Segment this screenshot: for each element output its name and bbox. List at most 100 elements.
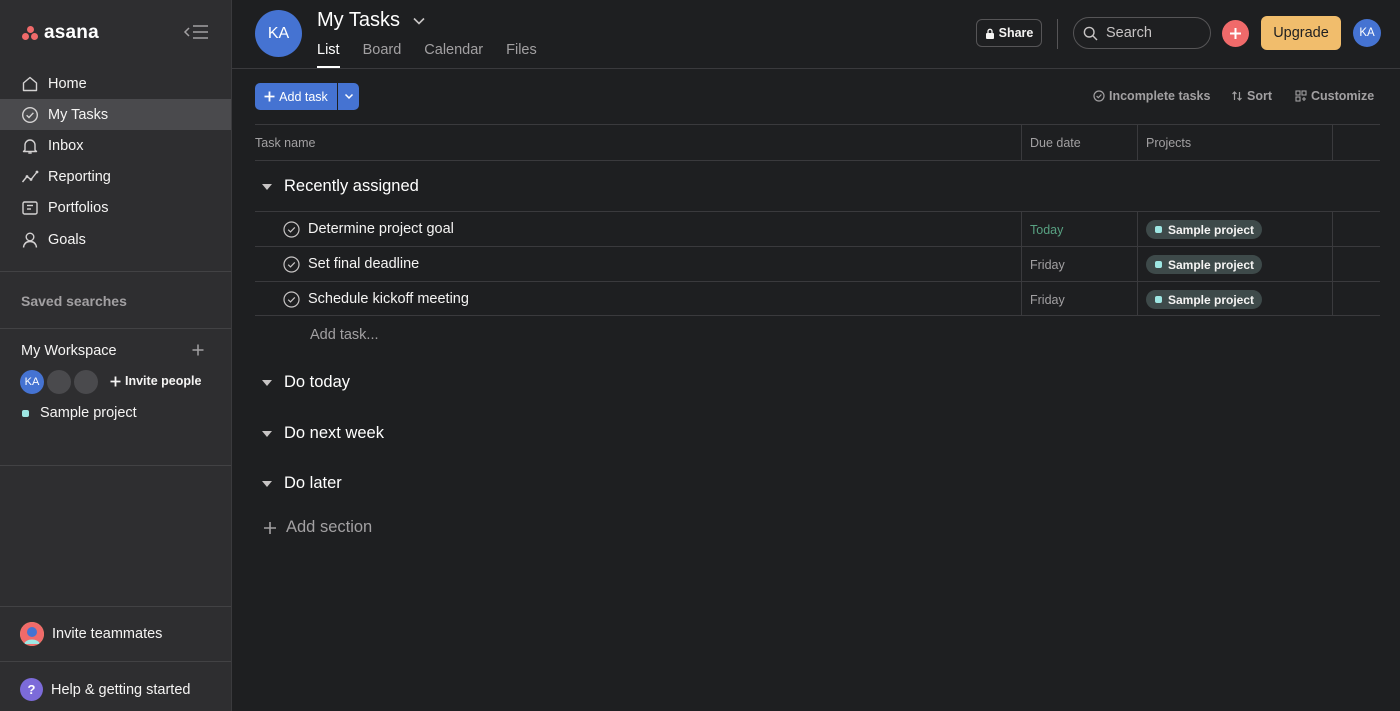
add-task-label: Add task: [279, 89, 328, 104]
caret-down-icon[interactable]: [262, 183, 272, 190]
sidebar-item-home[interactable]: Home: [0, 68, 231, 99]
column-divider: [1021, 212, 1022, 246]
table-row[interactable]: Schedule kickoff meeting Friday Sample p…: [255, 281, 1380, 316]
project-color-icon: [1155, 261, 1162, 268]
plus-icon: [264, 521, 276, 534]
add-task-button[interactable]: Add task: [255, 83, 337, 110]
tab-list[interactable]: List: [317, 42, 340, 68]
section-do-next-week[interactable]: Do next week: [262, 424, 384, 443]
line-chart-icon: [21, 170, 39, 183]
section-title: Do today: [284, 373, 351, 391]
project-color-icon: [1155, 296, 1162, 303]
task-name[interactable]: Determine project goal: [308, 221, 454, 237]
section-do-later[interactable]: Do later: [262, 474, 342, 493]
saved-searches-heading[interactable]: Saved searches: [21, 293, 127, 309]
tab-files[interactable]: Files: [506, 42, 537, 68]
check-circle-icon: [1093, 90, 1105, 102]
invite-people-label: Invite people: [125, 374, 202, 388]
check-circle-icon[interactable]: [283, 221, 300, 238]
project-color-icon: [22, 409, 29, 417]
tab-board[interactable]: Board: [363, 42, 402, 68]
invite-people-button[interactable]: Invite people: [110, 374, 201, 388]
check-circle-icon[interactable]: [283, 256, 300, 273]
sidebar-item-label: Sample project: [40, 405, 137, 421]
sidebar-item-label: Reporting: [48, 169, 111, 186]
column-divider: [1021, 282, 1022, 316]
task-name[interactable]: Set final deadline: [308, 256, 419, 272]
sidebar-item-inbox[interactable]: Inbox: [0, 130, 231, 161]
task-due-date[interactable]: Today: [1030, 223, 1063, 237]
column-divider: [1332, 125, 1333, 161]
column-header-projects[interactable]: Projects: [1146, 136, 1191, 150]
section-do-today[interactable]: Do today: [262, 373, 350, 392]
add-section-label: Add section: [286, 518, 373, 536]
share-label: Share: [998, 26, 1034, 40]
caret-down-icon[interactable]: [262, 379, 272, 386]
column-header-due-date[interactable]: Due date: [1030, 136, 1081, 150]
share-button[interactable]: Share: [976, 19, 1042, 47]
column-divider: [1137, 247, 1138, 281]
add-section-button[interactable]: Add section: [263, 518, 372, 537]
workspace-title[interactable]: My Workspace: [21, 343, 117, 359]
project-pill[interactable]: Sample project: [1146, 220, 1263, 239]
avatar[interactable]: KA: [20, 370, 44, 394]
help-icon: ?: [20, 678, 43, 701]
sort-icon: [1232, 91, 1242, 101]
folder-icon: [22, 201, 38, 216]
person-icon: [22, 232, 38, 248]
chevron-down-icon[interactable]: [412, 16, 426, 26]
view-tabs: List Board Calendar Files: [317, 42, 537, 68]
invite-teammates-button[interactable]: Invite teammates: [20, 622, 162, 646]
sidebar-item-sample-project[interactable]: Sample project: [22, 405, 137, 421]
page-title[interactable]: My Tasks: [317, 9, 426, 32]
header-divider: [1057, 19, 1058, 49]
table-row[interactable]: Set final deadline Friday Sample project: [255, 246, 1380, 281]
invite-teammates-icon: [20, 622, 44, 646]
project-pill[interactable]: Sample project: [1146, 255, 1263, 274]
project-pill-label: Sample project: [1168, 222, 1255, 237]
asana-logo-icon: [22, 26, 38, 40]
avatar-placeholder: [47, 370, 71, 394]
task-due-date[interactable]: Friday: [1030, 258, 1065, 272]
caret-down-icon[interactable]: [262, 430, 272, 437]
check-circle-icon[interactable]: [283, 291, 300, 308]
add-workspace-item-icon[interactable]: [191, 343, 205, 357]
create-button[interactable]: [1222, 20, 1249, 47]
project-pill[interactable]: Sample project: [1146, 290, 1263, 309]
asana-logo[interactable]: asana: [22, 22, 99, 44]
plus-icon: [110, 376, 121, 386]
section-title: Do later: [284, 474, 342, 492]
avatar[interactable]: KA: [255, 10, 302, 57]
task-name[interactable]: Schedule kickoff meeting: [308, 291, 469, 307]
column-divider: [1332, 282, 1333, 316]
sidebar-divider: [0, 271, 231, 272]
add-task-inline[interactable]: Add task...: [310, 327, 379, 343]
task-due-date[interactable]: Friday: [1030, 293, 1065, 307]
column-divider: [1332, 212, 1333, 246]
customize-icon: [1295, 90, 1307, 102]
incomplete-tasks-filter[interactable]: Incomplete tasks: [1093, 89, 1210, 103]
section-recently-assigned[interactable]: Recently assigned: [262, 177, 419, 196]
column-header-task-name[interactable]: Task name: [255, 136, 315, 150]
customize-button[interactable]: Customize: [1295, 89, 1374, 103]
help-label: Help & getting started: [51, 681, 191, 698]
upgrade-button[interactable]: Upgrade: [1261, 16, 1341, 50]
project-pill-label: Sample project: [1168, 257, 1255, 272]
sidebar-item-label: Goals: [48, 231, 86, 248]
sort-button[interactable]: Sort: [1231, 89, 1272, 103]
sidebar-item-reporting[interactable]: Reporting: [0, 162, 231, 193]
column-divider: [1332, 247, 1333, 281]
tab-calendar[interactable]: Calendar: [424, 42, 483, 68]
home-icon: [22, 76, 38, 91]
sidebar-item-my-tasks[interactable]: My Tasks: [0, 99, 231, 131]
avatar-placeholder: [74, 370, 98, 394]
sidebar-item-goals[interactable]: Goals: [0, 224, 231, 255]
collapse-sidebar-icon[interactable]: [183, 22, 209, 42]
search-input[interactable]: Search: [1073, 17, 1211, 49]
help-button[interactable]: ? Help & getting started: [20, 678, 190, 701]
sidebar-item-portfolios[interactable]: Portfolios: [0, 193, 231, 224]
table-row[interactable]: Determine project goal Today Sample proj…: [255, 211, 1380, 246]
user-avatar[interactable]: KA: [1353, 19, 1381, 47]
add-task-dropdown-button[interactable]: [338, 83, 359, 110]
caret-down-icon[interactable]: [262, 480, 272, 487]
